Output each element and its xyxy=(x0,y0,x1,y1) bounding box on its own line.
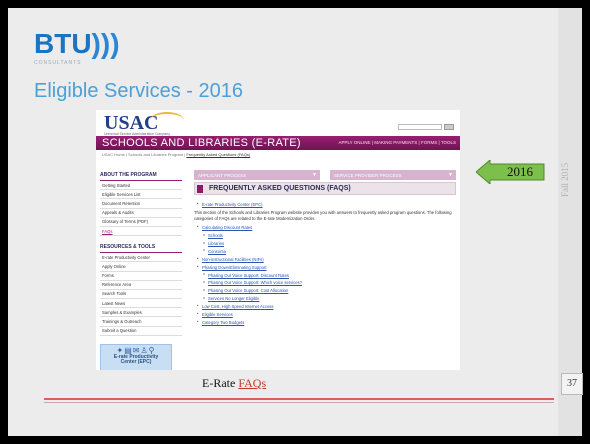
process-tabs: APPLICANT PROCESS ▼ SERVICE PROVIDER PROC… xyxy=(194,170,456,180)
list-item: Phasing Out Voice Support: Cost Allocati… xyxy=(194,288,456,294)
site-sidebar: ABOUT THE PROGRAM Getting Started Eligib… xyxy=(100,170,182,370)
footer-rule xyxy=(44,398,554,400)
logo-waves-icon: ))) xyxy=(91,28,120,59)
site-search-button[interactable] xyxy=(444,124,454,130)
chevron-down-icon: ▼ xyxy=(312,172,317,178)
sidebar-item-apply-online[interactable]: Apply Online xyxy=(100,262,182,272)
epc-banner[interactable]: ✦▤✉♙⚲ E-rate Productivity Center (EPC) xyxy=(100,343,172,370)
page-title: FREQUENTLY ASKED QUESTIONS (FAQS) xyxy=(209,185,351,192)
tab-applicant-label: APPLICANT PROCESS xyxy=(198,172,247,178)
faq-heading-box: FREQUENTLY ASKED QUESTIONS (FAQS) xyxy=(194,182,456,195)
list-item: Low Cost, High Speed Internet Access xyxy=(194,303,456,309)
faq-link-schools[interactable]: Schools xyxy=(208,233,223,238)
slide-title: Eligible Services - 2016 xyxy=(34,80,243,102)
epc-line2: Center (EPC) xyxy=(120,358,152,365)
tab-applicant-process[interactable]: APPLICANT PROCESS ▼ xyxy=(194,170,320,180)
banner-title: SCHOOLS AND LIBRARIES (E-RATE) xyxy=(102,137,301,149)
list-item: Calculating Discount Rates xyxy=(194,224,456,230)
site-search-input[interactable] xyxy=(398,124,442,130)
epc-link[interactable]: E-rate Productivity Center (EPC) xyxy=(202,202,263,207)
sidebar-item-epc[interactable]: E-rate Productivity Center xyxy=(100,253,182,263)
breadcrumb-path[interactable]: USAC Home | Schools and Libraries Progra… xyxy=(102,152,185,157)
faq-link-libraries[interactable]: Libraries xyxy=(208,241,224,246)
list-item: Non-instructional Facilities (NIFs) xyxy=(194,256,456,262)
btu-logo: BTU))) xyxy=(34,28,120,60)
list-item: Libraries xyxy=(194,241,456,247)
sidebar-item-faqs[interactable]: FAQs xyxy=(100,227,182,237)
faq-link-discount-rates[interactable]: Calculating Discount Rates xyxy=(202,225,252,230)
logo-text: BTU xyxy=(34,28,92,59)
faq-link-consortia[interactable]: Consortia xyxy=(208,249,226,254)
caption-prefix: E-Rate xyxy=(202,376,239,390)
faq-link-voice-cost[interactable]: Phasing Out Voice Support: Cost Allocati… xyxy=(208,288,288,293)
list-item: Phasing Out Voice Support: Discount Rate… xyxy=(194,272,456,278)
slide-caption: E-Rate FAQs xyxy=(202,376,266,391)
sidebar-section-about: ABOUT THE PROGRAM xyxy=(100,172,182,181)
faq-link-no-longer-eligible[interactable]: Services No Longer Eligible xyxy=(208,296,259,301)
sidebar-section-resources: RESOURCES & TOOLS xyxy=(100,244,182,254)
intro-text: This section of the Schools and Librarie… xyxy=(194,210,452,221)
right-sidebar-bar xyxy=(558,8,582,436)
side-label: Fall 2015 xyxy=(560,162,570,198)
faq-link-phasing-down[interactable]: Phasing Down/Eliminating Support xyxy=(202,265,266,270)
list-item: Phasing Out Voice Support: Which voice s… xyxy=(194,280,456,286)
sidebar-item-glossary[interactable]: Glossary of Terms (PDF) xyxy=(100,218,182,227)
heading-accent-bar xyxy=(197,185,203,193)
faq-content: E-rate Productivity Center (EPC) This se… xyxy=(194,201,456,328)
faq-link-nifs[interactable]: Non-instructional Facilities (NIFs) xyxy=(202,257,264,262)
sidebar-item-reference[interactable]: Reference Area xyxy=(100,281,182,290)
site-banner: SCHOOLS AND LIBRARIES (E-RATE) APPLY ONL… xyxy=(96,136,460,150)
banner-links[interactable]: APPLY ONLINE | MAKING PAYMENTS | FORMS |… xyxy=(338,140,456,145)
list-item: Services No Longer Eligible xyxy=(194,296,456,302)
list-item: Phasing Down/Eliminating Support xyxy=(194,264,456,270)
faq-link-eligible-services[interactable]: Eligible Services xyxy=(202,312,233,317)
chevron-down-icon: ▼ xyxy=(448,172,453,178)
faq-link-voice-discount[interactable]: Phasing Out Voice Support: Discount Rate… xyxy=(208,273,289,278)
sidebar-item-getting-started[interactable]: Getting Started xyxy=(100,181,182,191)
faq-link-category-two[interactable]: Category Two Budgets xyxy=(202,320,244,325)
footer-rule-thin xyxy=(44,402,554,403)
sidebar-item-search-tools[interactable]: Search Tools xyxy=(100,290,182,300)
breadcrumb-current: Frequently Asked Questions (FAQs) xyxy=(186,152,251,157)
list-item: Schools xyxy=(194,233,456,239)
list-item: E-rate Productivity Center (EPC) xyxy=(194,201,456,207)
logo-swoosh-icon xyxy=(150,112,184,128)
logo-subtitle: CONSULTANTS xyxy=(34,60,82,66)
sidebar-item-document-retention[interactable]: Document Retention xyxy=(100,199,182,209)
sidebar-item-submit-question[interactable]: Submit a Question xyxy=(100,327,182,336)
breadcrumb: USAC Home | Schools and Libraries Progra… xyxy=(102,152,250,157)
sidebar-item-trainings[interactable]: Trainings & Outreach xyxy=(100,317,182,327)
website-screenshot: USAC Universal Service Administrative Co… xyxy=(96,110,460,370)
sidebar-item-samples[interactable]: Samples & Examples xyxy=(100,308,182,318)
sidebar-item-appeals[interactable]: Appeals & Audits xyxy=(100,209,182,218)
tab-provider-label: SERVICE PROVIDER PROCESS xyxy=(334,172,402,178)
faqs-link[interactable]: FAQs xyxy=(238,376,266,390)
page-number: 37 xyxy=(561,373,583,395)
list-item: Eligible Services xyxy=(194,311,456,317)
tab-service-provider-process[interactable]: SERVICE PROVIDER PROCESS ▼ xyxy=(330,170,456,180)
sidebar-item-latest-news[interactable]: Latest News xyxy=(100,299,182,309)
arrow-label: 2016 xyxy=(507,164,533,179)
list-item: Category Two Budgets xyxy=(194,319,456,325)
list-item: Consortia xyxy=(194,248,456,254)
faq-link-voice-which[interactable]: Phasing Out Voice Support: Which voice s… xyxy=(208,280,302,285)
faq-link-low-cost-internet[interactable]: Low Cost, High Speed Internet Access xyxy=(202,304,273,309)
sidebar-item-eligible-services[interactable]: Eligible Services List xyxy=(100,190,182,200)
sidebar-item-forms[interactable]: Forms xyxy=(100,272,182,281)
slide: Fall 2015 BTU))) CONSULTANTS Eligible Se… xyxy=(0,0,590,444)
